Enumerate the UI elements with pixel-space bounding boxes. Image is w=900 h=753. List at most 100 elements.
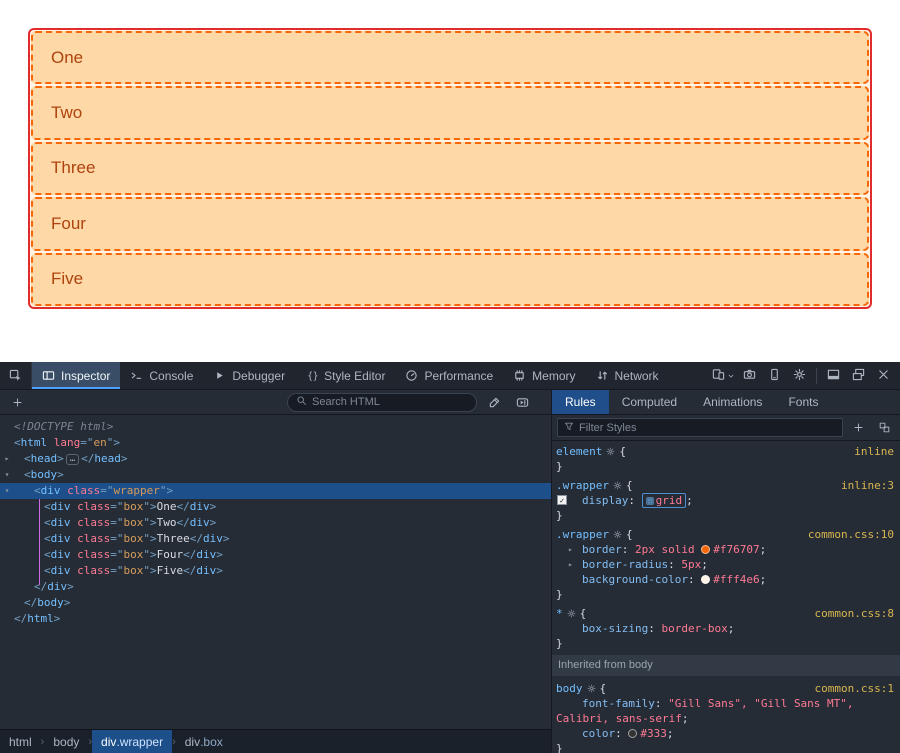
- caret-down-icon[interactable]: [727, 372, 737, 380]
- rule-selector[interactable]: body: [556, 681, 583, 696]
- markup-token: box: [124, 516, 144, 529]
- declaration-font-family[interactable]: font-family: "Gill Sans", "Gill Sans MT"…: [552, 696, 900, 726]
- rule-gear-icon[interactable]: [613, 481, 622, 490]
- markup-token: <: [24, 452, 31, 465]
- property-value: #fff4e6: [713, 573, 759, 586]
- declaration-box-sizing[interactable]: box-sizing: border-box;: [552, 621, 900, 636]
- markup-line-7[interactable]: <div class="box">Three</div>: [0, 531, 551, 547]
- markup-line-1[interactable]: <html lang="en">: [0, 435, 551, 451]
- markup-line-9[interactable]: <div class="box">Five</div>: [0, 563, 551, 579]
- sidebar-tab-animations[interactable]: Animations: [690, 390, 775, 414]
- rule-selector-line[interactable]: .wrapper{common.css:10: [552, 527, 900, 542]
- filter-styles-input[interactable]: Filter Styles: [557, 418, 843, 437]
- rule-gear-icon[interactable]: [587, 684, 596, 693]
- breadcrumb-item-body[interactable]: body: [44, 730, 88, 753]
- tab-debugger[interactable]: Debugger: [203, 362, 295, 389]
- tab-memory[interactable]: Memory: [503, 362, 585, 389]
- sidebar-tab-fonts[interactable]: Fonts: [775, 390, 831, 414]
- add-node-button[interactable]: [6, 391, 28, 413]
- rule-source-link[interactable]: inline:3: [841, 478, 894, 493]
- rule-source-link[interactable]: inline: [854, 444, 894, 459]
- eyedropper-button[interactable]: [483, 391, 505, 413]
- color-swatch[interactable]: [628, 729, 637, 738]
- expand-shorthand-icon[interactable]: ▸: [568, 557, 573, 572]
- expand-arrow-icon[interactable]: ▾: [0, 483, 14, 499]
- close-brace: }: [556, 636, 563, 651]
- markup-line-6[interactable]: <div class="box">Two</div>: [0, 515, 551, 531]
- rule-gear-icon[interactable]: [567, 609, 576, 618]
- media-playback-button[interactable]: [511, 391, 533, 413]
- device-button[interactable]: [762, 362, 787, 389]
- markup-line-0[interactable]: <!DOCTYPE html>: [0, 419, 551, 435]
- expand-shorthand-icon[interactable]: ▸: [568, 542, 573, 557]
- declaration-border-radius[interactable]: ▸border-radius: 5px;: [552, 557, 900, 572]
- rule-selector-line[interactable]: body{common.css:1: [552, 681, 900, 696]
- pick-element-button[interactable]: [0, 362, 32, 389]
- gear-icon: [793, 368, 806, 384]
- markup-line-12[interactable]: </html>: [0, 611, 551, 627]
- markup-line-5[interactable]: <div class="box">One</div>: [0, 499, 551, 515]
- dock-to-bottom-button[interactable]: [821, 362, 846, 389]
- markup-token: <: [44, 548, 51, 561]
- markup-line-10[interactable]: </div>: [0, 579, 551, 595]
- tab-network[interactable]: Network: [586, 362, 669, 389]
- markup-token: div: [51, 500, 71, 513]
- markup-line-3[interactable]: ▾<body>: [0, 467, 551, 483]
- sidebar-tab-rules[interactable]: Rules: [552, 390, 609, 414]
- collapsed-content-pill[interactable]: …: [66, 454, 79, 465]
- rule-selector-line[interactable]: element{inline: [552, 444, 900, 459]
- breadcrumb-item-div.box[interactable]: div.box: [176, 730, 232, 753]
- rule-selector[interactable]: *: [556, 606, 563, 621]
- markup-line-8[interactable]: <div class="box">Four</div>: [0, 547, 551, 563]
- color-swatch[interactable]: [701, 545, 710, 554]
- tab-inspector[interactable]: Inspector: [32, 362, 120, 389]
- markup-line-2[interactable]: ▸<head>…</head>: [0, 451, 551, 467]
- breadcrumb-item-html[interactable]: html: [0, 730, 41, 753]
- rule-source-link[interactable]: common.css:8: [815, 606, 894, 621]
- close-toolbox-button[interactable]: [871, 362, 896, 389]
- rule-selector[interactable]: .wrapper: [556, 527, 609, 542]
- settings-button[interactable]: [787, 362, 812, 389]
- rule-gear-icon[interactable]: [613, 530, 622, 539]
- color-swatch[interactable]: [701, 575, 710, 584]
- rule-selector[interactable]: .wrapper: [556, 478, 609, 493]
- markup-token: </: [34, 580, 47, 593]
- rule-selector[interactable]: element: [556, 444, 602, 459]
- rule-selector-line[interactable]: *{common.css:8: [552, 606, 900, 621]
- markup-line-4[interactable]: ▾<div class="wrapper">: [0, 483, 551, 499]
- tab-console[interactable]: Console: [120, 362, 203, 389]
- rule-gear-icon[interactable]: [606, 447, 615, 456]
- colon: :: [668, 558, 681, 571]
- search-html-input[interactable]: Search HTML: [287, 393, 477, 412]
- markup-token: >: [64, 596, 71, 609]
- declaration-color[interactable]: color: #333;: [552, 726, 900, 741]
- rule-source-link[interactable]: common.css:10: [808, 527, 894, 542]
- tab-style-editor[interactable]: {}Style Editor: [295, 362, 395, 389]
- crumb-tag: div: [101, 735, 116, 749]
- sidebar-tab-computed[interactable]: Computed: [609, 390, 690, 414]
- markup-line-content: <div class="box">Two</div>: [14, 515, 216, 531]
- tab-performance[interactable]: Performance: [395, 362, 503, 389]
- tabbar-divider: [816, 368, 817, 384]
- rule-selector-line[interactable]: .wrapper{inline:3: [552, 478, 900, 493]
- markup-token: div: [196, 564, 216, 577]
- markup-line-11[interactable]: </body>: [0, 595, 551, 611]
- declaration-border[interactable]: ▸border: 2px solid #f76707;: [552, 542, 900, 557]
- declaration-background-color[interactable]: background-color: #fff4e6;: [552, 572, 900, 587]
- markup-line-content: <div class="box">Three</div>: [14, 531, 230, 547]
- expand-arrow-icon[interactable]: ▸: [0, 451, 14, 467]
- separate-window-button[interactable]: [846, 362, 871, 389]
- gutter: [0, 595, 14, 611]
- class-toggles-button[interactable]: [873, 417, 895, 439]
- markup-token: lang: [47, 436, 80, 449]
- add-rule-button[interactable]: [847, 417, 869, 439]
- expand-arrow-icon[interactable]: ▾: [0, 467, 14, 483]
- screenshot-button[interactable]: [737, 362, 762, 389]
- declaration-display[interactable]: ✓display: grid;: [552, 493, 900, 508]
- breadcrumb-item-div.wrapper[interactable]: div.wrapper: [92, 730, 172, 753]
- colon: :: [655, 697, 668, 710]
- demo-box-four: Four: [31, 197, 869, 250]
- rule-source-link[interactable]: common.css:1: [815, 681, 894, 696]
- grid-highlighter-toggle[interactable]: grid: [642, 493, 687, 508]
- declaration-checkbox[interactable]: ✓: [557, 495, 567, 505]
